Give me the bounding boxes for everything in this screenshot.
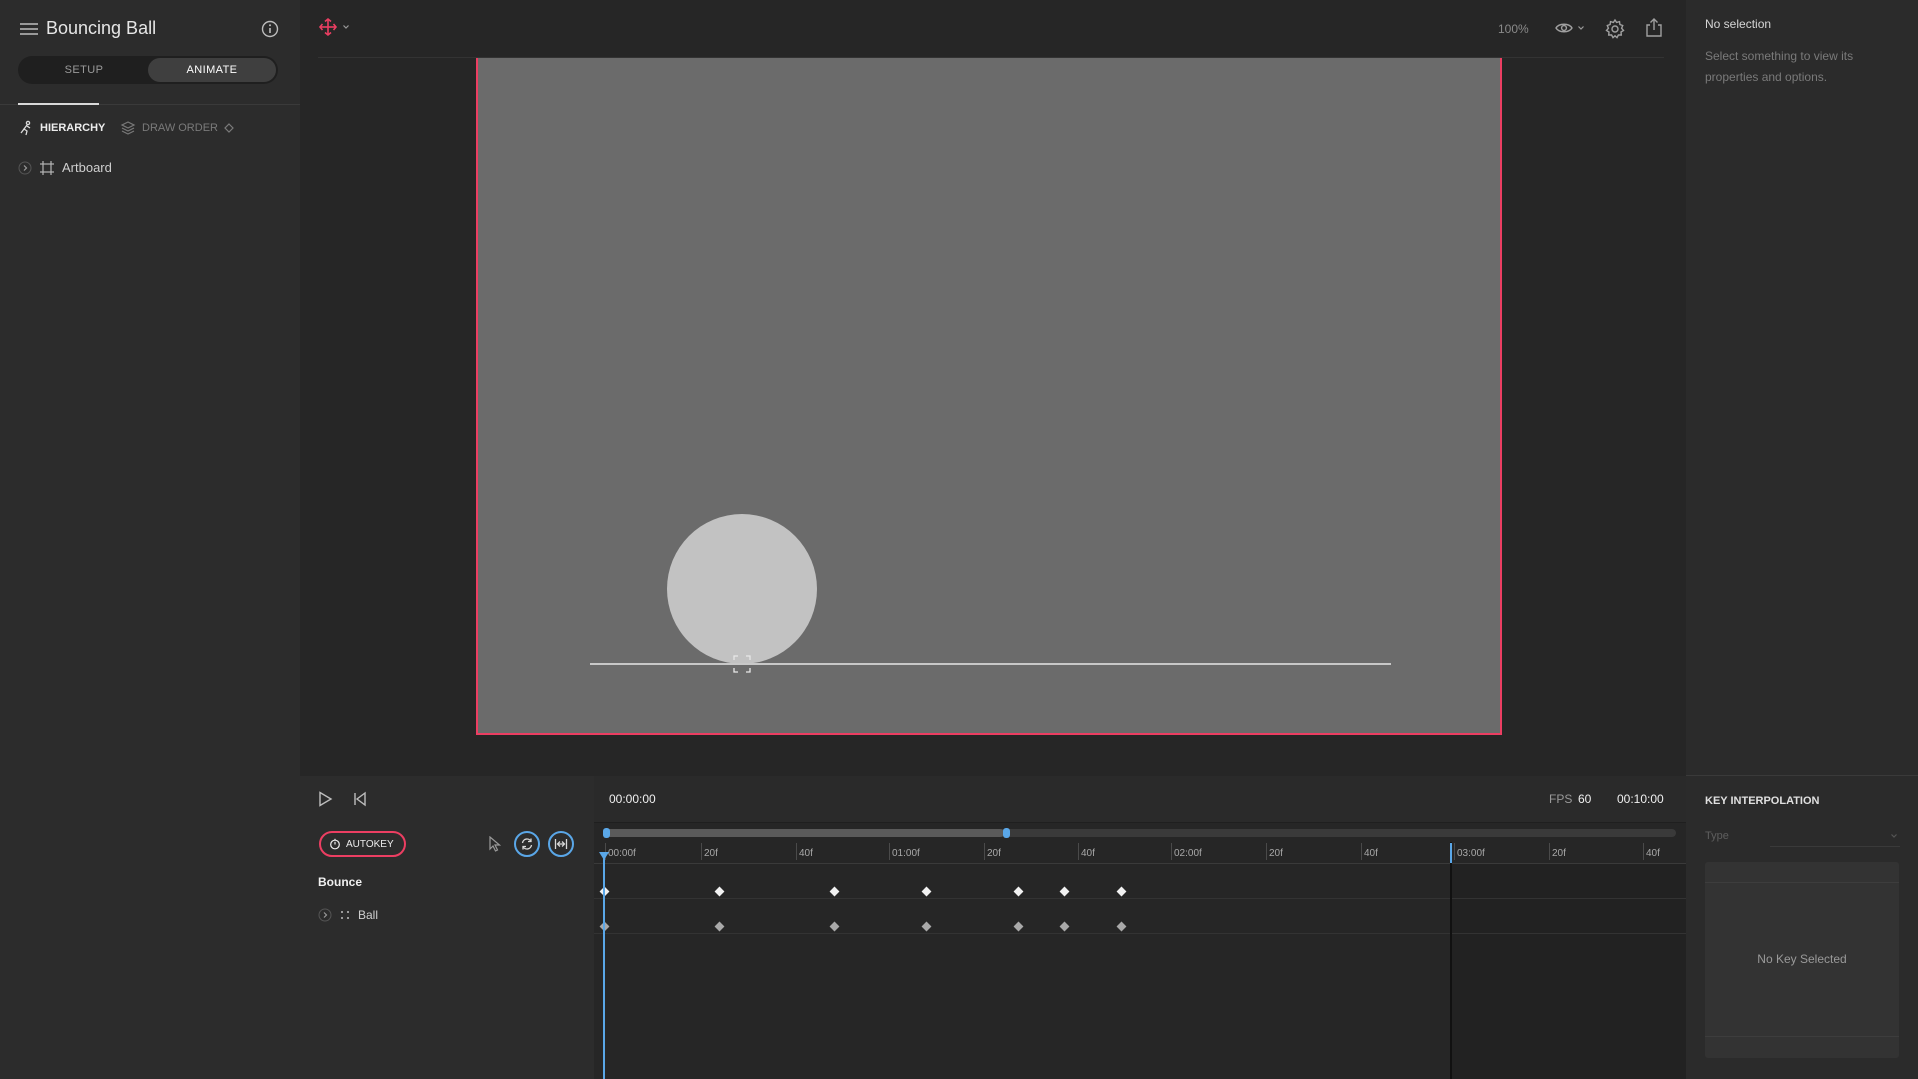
- ruler-tick: 40f: [1643, 843, 1660, 860]
- current-time-field[interactable]: 00:00:00: [609, 792, 656, 806]
- interpolation-type-label: Type: [1705, 830, 1729, 842]
- active-tab-underline: [18, 103, 99, 105]
- ball-shape[interactable]: [667, 514, 817, 664]
- node-icon: [340, 910, 350, 920]
- document-title: Bouncing Ball: [46, 18, 157, 38]
- tab-draw-order[interactable]: DRAW ORDER: [120, 120, 234, 136]
- expand-chevron-icon[interactable]: [18, 161, 32, 175]
- timeline-ruler[interactable]: 00:00f 20f 40f 01:00f 20f 40f 02:00f 20f…: [594, 842, 1686, 864]
- gear-icon[interactable]: [1604, 18, 1626, 40]
- ruler-tick: 03:00f: [1454, 843, 1485, 860]
- top-toolbar: [300, 0, 1686, 58]
- autokey-button[interactable]: AUTOKEY: [319, 831, 406, 857]
- eye-icon: [1554, 18, 1574, 38]
- ruler-tick: 40f: [796, 843, 813, 860]
- inspector-divider: [1686, 775, 1918, 776]
- ruler-tick: 00:00f: [605, 843, 636, 860]
- ruler-tick: 20f: [701, 843, 718, 860]
- tab-hierarchy-label: HIERARCHY: [40, 122, 106, 134]
- transform-tool-button[interactable]: [318, 17, 350, 37]
- layers-icon: [120, 120, 136, 136]
- chevron-down-icon: [1577, 24, 1585, 32]
- playhead-handle-icon[interactable]: [598, 851, 610, 863]
- ruler-tick: 20f: [984, 843, 1001, 860]
- timeline-scrollbar-thumb[interactable]: [604, 829, 1004, 837]
- tab-draw-order-label: DRAW ORDER: [142, 122, 218, 134]
- rewind-to-start-icon[interactable]: [352, 790, 368, 808]
- animate-mode-button[interactable]: ANIMATE: [148, 58, 276, 82]
- hierarchy-item-label: Artboard: [62, 160, 112, 175]
- play-icon[interactable]: [316, 790, 334, 808]
- timeline-row-ball[interactable]: Ball: [318, 908, 378, 922]
- ruler-tick: 02:00f: [1171, 843, 1202, 860]
- curve-editor-top-guide: [1705, 882, 1899, 883]
- hierarchy-item-artboard[interactable]: Artboard: [18, 160, 112, 175]
- tab-hierarchy[interactable]: HIERARCHY: [18, 120, 105, 136]
- hierarchy-icon: [18, 120, 34, 136]
- ruler-tick: 01:00f: [889, 843, 920, 860]
- animation-name[interactable]: Bounce: [318, 875, 362, 889]
- timeline-row-separator: [594, 898, 1686, 899]
- ground-line[interactable]: [590, 663, 1391, 665]
- scrollbar-handle-end[interactable]: [1003, 828, 1010, 838]
- timeline-row-label: Ball: [358, 908, 379, 922]
- ping-pong-icon[interactable]: [548, 831, 574, 857]
- diamond-icon: [224, 123, 234, 133]
- stopwatch-icon: [329, 838, 341, 850]
- ruler-tick: 40f: [1078, 843, 1095, 860]
- timeline-out-of-range-area: [1451, 864, 1686, 1079]
- duration-field[interactable]: 00:10:00: [1617, 792, 1664, 806]
- setup-mode-button[interactable]: SETUP: [20, 58, 148, 82]
- ruler-tick: 40f: [1361, 843, 1378, 860]
- cursor-arrow-icon[interactable]: [488, 836, 502, 852]
- chevron-down-icon: [1890, 832, 1898, 840]
- inspector-hint: Select something to view its properties …: [1705, 49, 1854, 84]
- key-interpolation-title: KEY INTERPOLATION: [1705, 795, 1820, 807]
- animation-end-line: [1450, 842, 1452, 1079]
- move-transform-icon: [318, 17, 338, 37]
- animation-end-marker[interactable]: [1450, 843, 1452, 863]
- expand-chevron-icon[interactable]: [318, 908, 332, 922]
- zoom-level[interactable]: 100%: [1498, 22, 1529, 36]
- playhead-line[interactable]: [603, 852, 605, 1079]
- artboard-icon: [40, 160, 54, 175]
- scrollbar-handle-start[interactable]: [603, 828, 610, 838]
- no-key-selected-text: No Key Selected: [1757, 952, 1847, 966]
- origin-marker-icon[interactable]: [733, 655, 751, 673]
- ruler-tick: 20f: [1549, 843, 1566, 860]
- timeline-layers-panel: [300, 776, 594, 1079]
- inspector-title: No selection: [1705, 17, 1772, 31]
- loop-icon[interactable]: [514, 831, 540, 857]
- interpolation-type-select[interactable]: [1770, 826, 1900, 847]
- visibility-menu-button[interactable]: [1554, 18, 1585, 38]
- autokey-label: AUTOKEY: [346, 838, 394, 850]
- hamburger-menu-icon[interactable]: [18, 20, 40, 38]
- timeline-row-separator: [594, 933, 1686, 934]
- info-icon[interactable]: [260, 19, 280, 39]
- export-icon[interactable]: [1643, 17, 1665, 39]
- mode-toggle: SETUP ANIMATE: [18, 56, 278, 84]
- curve-editor-bottom-guide: [1705, 1036, 1899, 1037]
- artboard[interactable]: [476, 58, 1502, 735]
- ruler-tick: 20f: [1266, 843, 1283, 860]
- fps-label: FPS: [1549, 792, 1573, 806]
- chevron-down-icon: [342, 23, 350, 31]
- fps-field[interactable]: 60: [1578, 792, 1591, 806]
